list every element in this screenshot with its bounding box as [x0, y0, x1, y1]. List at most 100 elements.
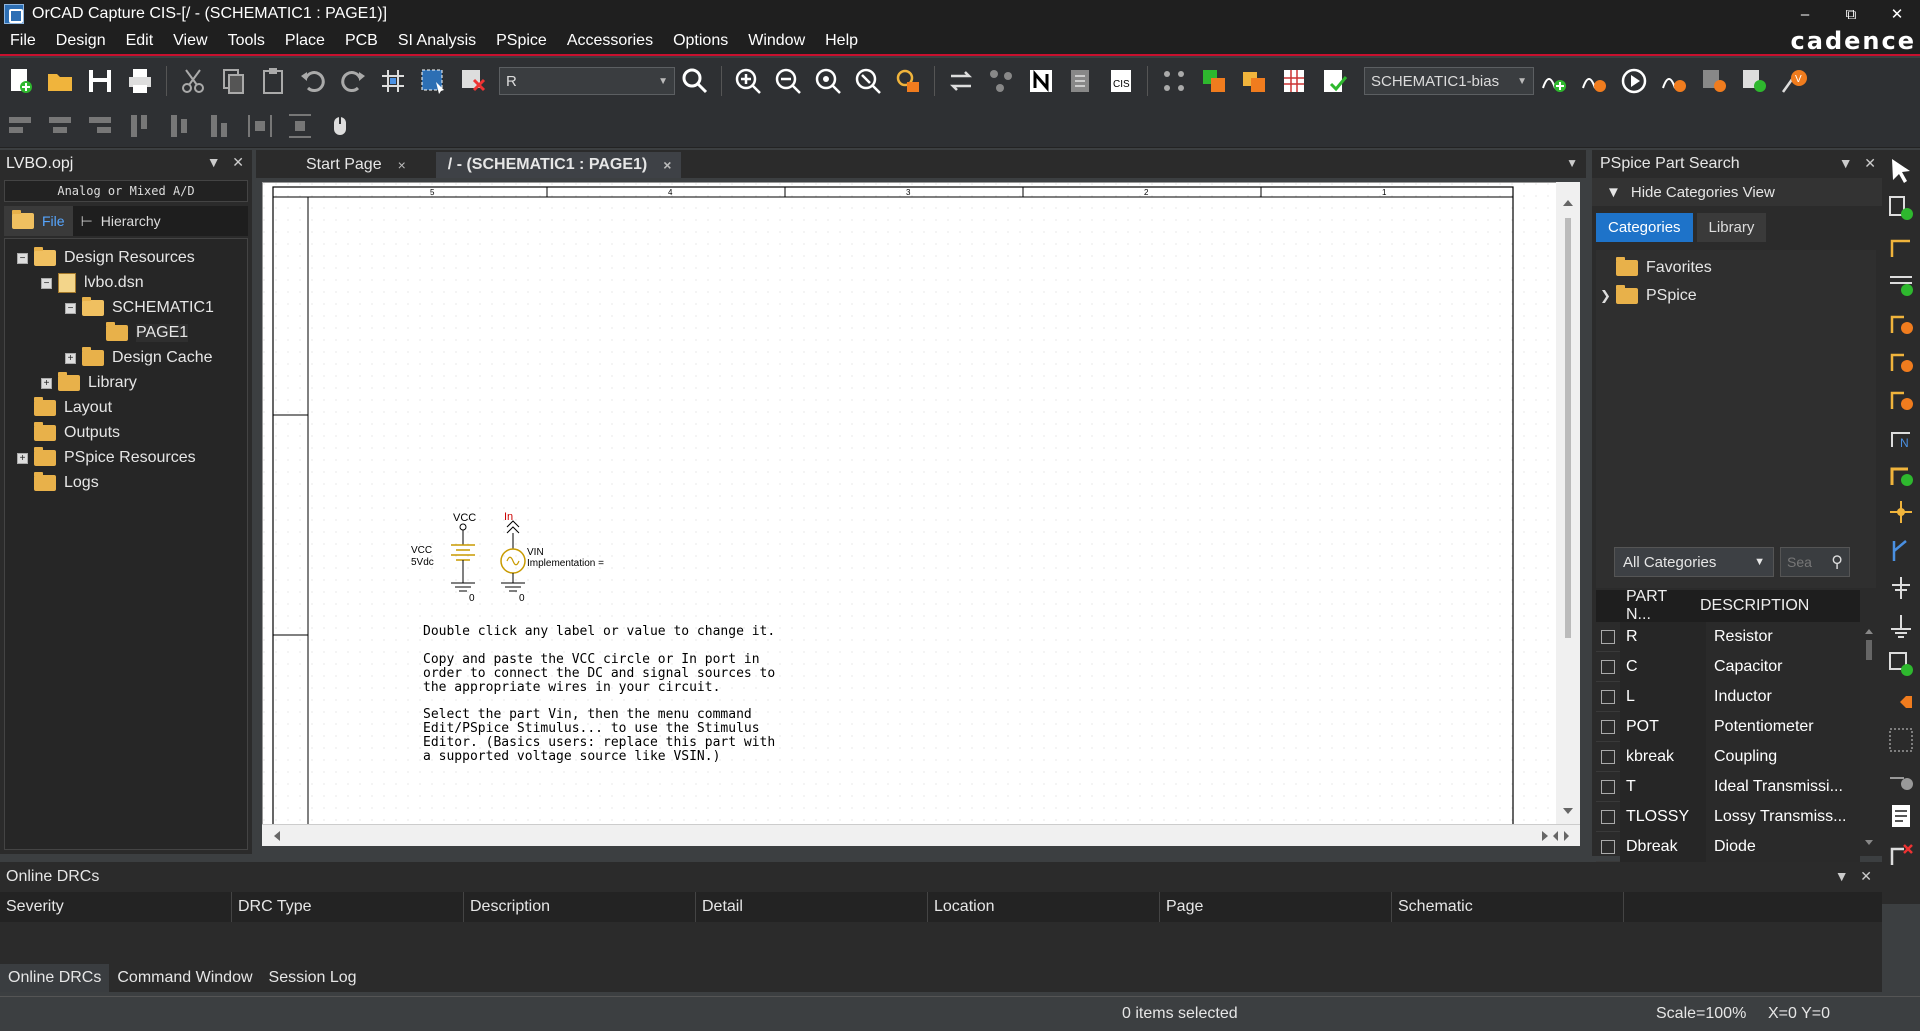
- check-design-icon[interactable]: [1316, 63, 1352, 99]
- part-search-combo[interactable]: R ▼: [499, 67, 675, 95]
- distribute-horizontal-icon[interactable]: [242, 108, 278, 144]
- spreadsheet-icon[interactable]: [1276, 63, 1312, 99]
- vcc-net-label[interactable]: VCC: [453, 512, 476, 524]
- tab-hierarchy[interactable]: ⊢ Hierarchy: [73, 206, 169, 236]
- net-alias-icon[interactable]: N: [1884, 418, 1918, 454]
- close-icon[interactable]: ✕: [1860, 868, 1872, 884]
- menu-file[interactable]: File: [0, 28, 46, 54]
- place-pin-icon[interactable]: [1884, 760, 1918, 796]
- annotate-icon[interactable]: [943, 63, 979, 99]
- place-net-group-icon[interactable]: [1884, 266, 1918, 302]
- part-row[interactable]: L Inductor: [1596, 681, 1860, 712]
- restore-button[interactable]: ⧉: [1828, 0, 1874, 28]
- redo-icon[interactable]: [335, 63, 371, 99]
- view-results-icon[interactable]: [1656, 63, 1692, 99]
- collapse-icon[interactable]: −: [41, 277, 52, 289]
- cut-icon[interactable]: [175, 63, 211, 99]
- new-button[interactable]: [2, 63, 38, 99]
- place-bus-icon[interactable]: [1884, 456, 1918, 492]
- print-button[interactable]: [122, 63, 158, 99]
- markers-icon[interactable]: [1696, 63, 1732, 99]
- part-row[interactable]: kbreak Coupling: [1596, 741, 1860, 772]
- align-bottom-icon[interactable]: [202, 108, 238, 144]
- schematic-note[interactable]: Select the part Vin, then the menu comma…: [423, 708, 775, 764]
- new-sim-profile-icon[interactable]: [1536, 63, 1572, 99]
- paste-icon[interactable]: [255, 63, 291, 99]
- close-window-button[interactable]: ✕: [1874, 0, 1920, 28]
- menu-pspice[interactable]: PSpice: [486, 28, 557, 54]
- ground-label[interactable]: 0: [469, 593, 475, 604]
- align-middle-icon[interactable]: [162, 108, 198, 144]
- place-ercmarker-icon[interactable]: [1884, 836, 1918, 872]
- place-wire-icon[interactable]: [1884, 228, 1918, 264]
- tab-categories[interactable]: Categories: [1596, 212, 1693, 242]
- find-parts-icon[interactable]: [890, 63, 926, 99]
- zoom-in-icon[interactable]: [730, 63, 766, 99]
- simulation-profile-combo[interactable]: SCHEMATIC1-bias ▼: [1364, 67, 1534, 95]
- tab-schematic-page[interactable]: / - (SCHEMATIC1 : PAGE1) ×: [435, 152, 682, 178]
- junction-icon[interactable]: [1884, 494, 1918, 530]
- schematic-canvas[interactable]: 5 4 3 2 1 VCC VCC 5Vdc 0 In VIN Implemen…: [262, 182, 1580, 846]
- hide-categories-toggle[interactable]: ▼ Hide Categories View: [1592, 178, 1882, 206]
- menu-tools[interactable]: Tools: [218, 28, 275, 54]
- expand-icon[interactable]: +: [41, 377, 52, 389]
- menu-help[interactable]: Help: [815, 28, 868, 54]
- place-text-icon[interactable]: [1884, 798, 1918, 834]
- off-page-connector-icon[interactable]: [1884, 684, 1918, 720]
- align-top-icon[interactable]: [122, 108, 158, 144]
- collapse-icon[interactable]: −: [65, 302, 76, 314]
- column-severity[interactable]: Severity: [0, 892, 232, 922]
- category-pspice[interactable]: ❯ PSpice: [1596, 282, 1876, 310]
- close-icon[interactable]: ×: [398, 157, 406, 173]
- chevron-down-icon[interactable]: ▼: [207, 154, 221, 170]
- grid-icon[interactable]: [375, 63, 411, 99]
- category-filter-select[interactable]: All Categories ▼: [1614, 547, 1774, 577]
- part-row[interactable]: Dbreak Diode: [1596, 831, 1860, 862]
- add-marker-icon[interactable]: [1736, 63, 1772, 99]
- select-area-icon[interactable]: [415, 63, 451, 99]
- undo-icon[interactable]: [295, 63, 331, 99]
- place-no-connect-icon[interactable]: [1884, 722, 1918, 758]
- auto-wire-icon[interactable]: [1884, 304, 1918, 340]
- menu-view[interactable]: View: [163, 28, 217, 54]
- category-favorites[interactable]: Favorites: [1596, 254, 1876, 282]
- bus-entry-icon[interactable]: [1884, 532, 1918, 568]
- library-parts-icon[interactable]: [1236, 63, 1272, 99]
- align-right-icon[interactable]: [82, 108, 118, 144]
- tree-item-schematic1[interactable]: − SCHEMATIC1: [65, 296, 214, 320]
- tree-item-logs[interactable]: Logs: [17, 471, 99, 495]
- tree-item-design-cache[interactable]: + Design Cache: [65, 346, 213, 370]
- column-description[interactable]: Description: [464, 892, 696, 922]
- tree-item-page1[interactable]: PAGE1: [89, 321, 189, 345]
- collapse-icon[interactable]: −: [17, 252, 28, 264]
- close-icon[interactable]: ×: [663, 157, 671, 173]
- chevron-down-icon[interactable]: ▼: [1839, 155, 1853, 171]
- parts-table-scrollbar[interactable]: [1862, 622, 1876, 852]
- open-folder-button[interactable]: [42, 63, 78, 99]
- select-arrow-icon[interactable]: [1884, 152, 1918, 188]
- menu-options[interactable]: Options: [663, 28, 738, 54]
- menu-edit[interactable]: Edit: [116, 28, 164, 54]
- vin-implementation[interactable]: Implementation =: [527, 558, 604, 569]
- cis-icon[interactable]: CIS: [1103, 63, 1139, 99]
- run-simulation-icon[interactable]: [1616, 63, 1652, 99]
- part-row[interactable]: TLOSSY Lossy Transmiss...: [1596, 801, 1860, 832]
- place-hierarchical-block-icon[interactable]: [1884, 646, 1918, 682]
- vcc-part-value[interactable]: 5Vdc: [411, 557, 434, 568]
- netlist-graph-icon[interactable]: [983, 63, 1019, 99]
- drc-toggle-icon[interactable]: [455, 63, 491, 99]
- tab-library[interactable]: Library: [1696, 212, 1767, 242]
- tab-command-window[interactable]: Command Window: [109, 964, 260, 992]
- column-description[interactable]: DESCRIPTION: [1690, 597, 1809, 615]
- vcc-part-name[interactable]: VCC: [411, 545, 432, 556]
- tab-online-drcs[interactable]: Online DRCs: [0, 964, 110, 992]
- close-icon[interactable]: ✕: [1864, 155, 1876, 171]
- save-button[interactable]: [82, 63, 118, 99]
- column-drc-type[interactable]: DRC Type: [232, 892, 464, 922]
- expand-icon[interactable]: +: [17, 452, 28, 464]
- auto-connect-bus-icon[interactable]: [1884, 380, 1918, 416]
- tree-item-library[interactable]: + Library: [41, 371, 137, 395]
- align-center-icon[interactable]: [42, 108, 78, 144]
- chevron-down-icon[interactable]: ▼: [1566, 156, 1578, 170]
- menu-si-analysis[interactable]: SI Analysis: [388, 28, 486, 54]
